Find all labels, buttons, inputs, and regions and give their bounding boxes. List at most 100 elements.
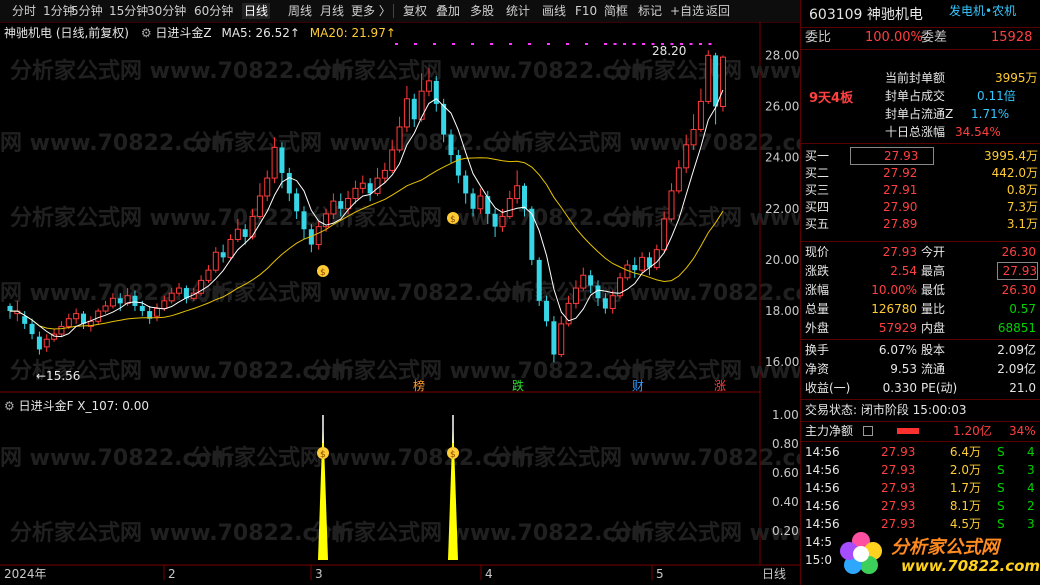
bid-price[interactable]: 27.93 <box>850 147 934 165</box>
candle-body <box>264 177 271 197</box>
signal-marker <box>490 43 493 45</box>
flower-logo-icon <box>840 532 882 574</box>
money-bag-icon: $ <box>450 215 456 225</box>
date-axis-label[interactable]: 日线 <box>762 567 786 581</box>
candle-body <box>683 144 690 169</box>
candle-body <box>492 213 498 227</box>
candle-body <box>117 298 123 304</box>
board-days: 9天4板 <box>809 91 854 106</box>
price-axis-label: 26.00 <box>765 99 799 113</box>
stock-code-name: 603109 神驰机电 <box>809 7 923 23</box>
seal-value: 3995万 <box>995 71 1038 85</box>
bid-volume: 3995.4万 <box>984 149 1038 163</box>
bid-price[interactable]: 27.89 <box>883 215 917 233</box>
stat-value: 0.57 <box>1009 302 1036 316</box>
candle-body <box>690 129 697 146</box>
price-axis-label: 24.00 <box>765 151 799 165</box>
candle-body <box>43 338 50 348</box>
candle-body <box>522 185 527 209</box>
sub-axis-label: 0.60 <box>772 466 799 480</box>
tick-side: S <box>997 445 1005 459</box>
signal-marker <box>623 43 626 45</box>
money-bag-icon: $ <box>320 450 326 460</box>
divider <box>801 27 1040 28</box>
app-window: 分时 1分钟 5分钟 15分钟 30分钟 60分钟 日线 周线 月线 更多 〉复权 叠加 多股 统计 画线… <box>0 0 1040 585</box>
event-tag[interactable]: 跌 <box>512 378 524 393</box>
trade-state: 交易状态: 闭市阶段 15:00:03 <box>805 403 967 417</box>
price-axis-label: 18.00 <box>765 304 799 318</box>
stat-value: 27.93 <box>997 262 1038 280</box>
candle-body <box>463 175 469 194</box>
signal-marker <box>509 43 512 45</box>
candle-body <box>396 126 403 151</box>
stat-label: 最高 <box>921 264 946 278</box>
price-axis-label: 20.00 <box>765 253 799 267</box>
bid-volume: 7.3万 <box>1006 200 1038 214</box>
price-axis-label: 22.00 <box>765 202 799 216</box>
candle-body <box>653 249 660 269</box>
candle-body <box>109 297 116 307</box>
kline-chart[interactable]: 分析家公式网 www.70822.com分析家公式网 www.70822.com… <box>0 0 800 585</box>
tick-time: 15:0 <box>805 553 832 567</box>
candle-body <box>58 325 65 335</box>
candle-body <box>73 313 80 320</box>
sub-axis-label: 0.40 <box>772 495 799 509</box>
candle-body <box>661 218 668 251</box>
seal-value: 0.11倍 <box>977 89 1016 103</box>
candle-body <box>403 98 410 128</box>
seal-value: 34.54% <box>955 125 1001 139</box>
watermark-text: 分析家公式网 www.70822.com <box>310 358 654 384</box>
logo-url: www.70822.com <box>901 557 1040 575</box>
sector-tag[interactable]: 发电机•农机 <box>949 2 1016 20</box>
money-bag-icon: $ <box>450 450 456 460</box>
candle-body <box>176 287 183 294</box>
weibi-label: 委比 <box>805 30 832 45</box>
date-axis-label: 5 <box>656 567 664 581</box>
money-bag-icon: $ <box>320 268 326 278</box>
watermark-text: 分析家公式网 www.70822.com <box>190 445 534 471</box>
candle-body <box>441 103 447 135</box>
bid-label: 买三 <box>805 183 830 197</box>
stat-value: 2.09亿 <box>997 362 1036 376</box>
candle-body <box>168 292 175 302</box>
candle-body <box>242 229 248 237</box>
candle-body <box>580 274 587 289</box>
date-axis-label: 2 <box>168 567 176 581</box>
main-net-pct: 34% <box>1009 424 1036 438</box>
candle-body <box>572 287 579 304</box>
seal-label: 封单占流通Z <box>885 107 954 121</box>
candle-body <box>286 172 292 194</box>
ma5-value: MA5: 26.52↑ <box>221 26 300 40</box>
low-price-mark: ←15.56 <box>36 369 80 383</box>
watermark-text: 分析家公式网 www.70822.com <box>10 520 354 546</box>
candle-body <box>389 149 396 171</box>
candle-body <box>529 208 535 260</box>
candle-body <box>697 100 704 131</box>
event-tag[interactable]: 涨 <box>714 378 726 393</box>
gear-icon[interactable]: ⚙ <box>141 26 152 40</box>
candle-body <box>330 200 337 215</box>
stat-value: 2.54 <box>890 264 917 278</box>
candle-body <box>609 295 616 310</box>
signal-marker <box>585 43 588 45</box>
bid-price[interactable]: 27.92 <box>883 164 917 182</box>
watermark-text: 分析家公式网 www.70822.com <box>190 280 534 306</box>
logo-text: 分析家公式网 <box>891 537 999 558</box>
watermark-text: 分析家公式网 www.70822.com <box>490 130 800 156</box>
divider <box>801 399 1040 400</box>
watermark-text: 分析家公式网 www.70822.com <box>490 445 800 471</box>
candle-body <box>22 316 28 324</box>
candle-body <box>639 256 646 271</box>
event-tag[interactable]: 榜 <box>413 378 425 393</box>
candle-body <box>29 323 35 335</box>
candle-body <box>558 323 565 356</box>
list-icon[interactable] <box>863 426 873 436</box>
divider <box>801 49 1040 50</box>
bid-price[interactable]: 27.91 <box>883 181 917 199</box>
candle-body <box>418 90 425 120</box>
event-tag[interactable]: 财 <box>632 379 644 393</box>
gear-icon[interactable]: ⚙ <box>4 399 15 413</box>
bid-label: 买二 <box>805 166 830 180</box>
bid-price[interactable]: 27.90 <box>883 198 917 216</box>
sub-axis-label: 0.20 <box>772 524 799 538</box>
